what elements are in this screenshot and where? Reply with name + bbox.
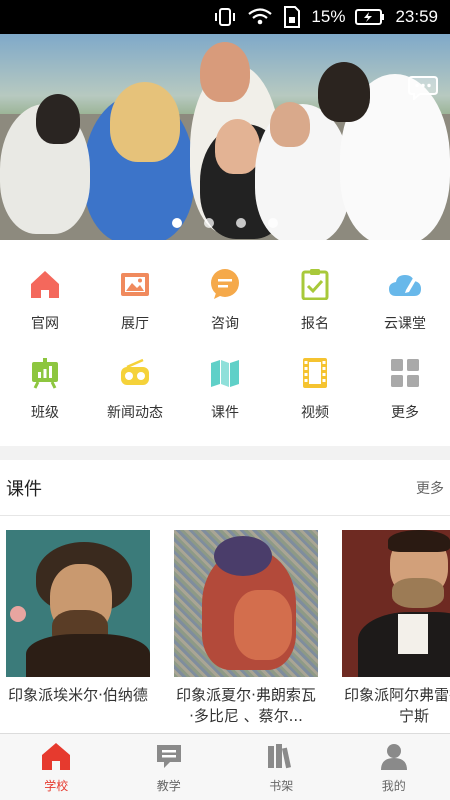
courseware-list: 印象派埃米尔·伯纳德 印象派夏尔·弗朗索瓦·多比尼 、蔡尔... 印象派阿尔弗雷…: [0, 530, 450, 730]
sim-card-icon: [283, 6, 301, 28]
banner-photo-figure: [318, 62, 370, 122]
chat-bubble-icon[interactable]: [408, 74, 438, 102]
banner-photo-figure: [36, 94, 80, 144]
banner-carousel[interactable]: [0, 34, 450, 240]
course-title: 印象派阿尔弗雷德·芒宁斯: [344, 686, 450, 725]
banner-photo-figure: [110, 82, 180, 162]
menu-item-consult[interactable]: 咨询: [180, 250, 270, 339]
clock: 23:59: [395, 7, 438, 26]
banner-photo-figure: [200, 42, 250, 102]
school-icon: [41, 741, 71, 771]
menu-item-courseware[interactable]: 课件: [180, 339, 270, 428]
course-title: 印象派埃米尔·伯纳德: [8, 686, 148, 704]
clipboard-check-icon: [298, 267, 332, 301]
banner-photo-figure: [270, 102, 310, 147]
course-thumbnail: [6, 530, 150, 677]
carousel-dot[interactable]: [236, 218, 246, 228]
cloud-pen-icon: [388, 267, 422, 301]
teaching-icon: [154, 741, 184, 771]
feature-grid: 官网 展厅 咨询 报名 云课堂 班级 新闻动态 课件 视频 更多: [0, 250, 450, 438]
menu-item-news[interactable]: 新闻动态: [90, 339, 180, 428]
radio-icon: [118, 356, 152, 390]
section-title: 课件: [6, 478, 42, 500]
menu-item-official-site[interactable]: 官网: [0, 250, 90, 339]
vibrate-icon: [213, 7, 237, 27]
tab-bookshelf[interactable]: 书架: [225, 734, 338, 800]
banner-photo-figure: [215, 119, 260, 174]
carousel-dot[interactable]: [204, 218, 214, 228]
course-card[interactable]: 印象派埃米尔·伯纳德: [6, 530, 150, 706]
film-icon: [298, 356, 332, 390]
battery-percent: 15%: [311, 7, 346, 26]
section-divider: [0, 446, 450, 460]
chat-icon: [208, 267, 242, 301]
bottom-tab-bar: 学校 教学 书架 我的: [0, 733, 450, 800]
tab-teaching[interactable]: 教学: [113, 734, 226, 800]
tab-mine[interactable]: 我的: [338, 734, 450, 800]
grid-icon: [388, 356, 422, 390]
chalkboard-icon: [28, 356, 62, 390]
wifi-icon: [247, 7, 273, 27]
menu-item-gallery[interactable]: 展厅: [90, 250, 180, 339]
tab-school[interactable]: 学校: [0, 734, 113, 800]
carousel-dot[interactable]: [172, 218, 182, 228]
course-card[interactable]: 印象派阿尔弗雷德·芒宁斯: [342, 530, 450, 727]
menu-item-video[interactable]: 视频: [270, 339, 360, 428]
battery-charging-icon: [355, 9, 385, 25]
menu-item-cloud-class[interactable]: 云课堂: [360, 250, 450, 339]
course-card[interactable]: 印象派夏尔·弗朗索瓦·多比尼 、蔡尔...: [174, 530, 318, 727]
carousel-dot[interactable]: [268, 218, 278, 228]
status-bar: 15% 23:59: [0, 0, 450, 34]
bookshelf-icon: [266, 741, 296, 771]
home-icon: [28, 267, 62, 301]
picture-frame-icon: [118, 267, 152, 301]
courseware-header: 课件 更多: [0, 460, 450, 516]
menu-item-enroll[interactable]: 报名: [270, 250, 360, 339]
course-thumbnail: [174, 530, 318, 677]
menu-item-class[interactable]: 班级: [0, 339, 90, 428]
more-link[interactable]: 更多: [416, 478, 444, 498]
carousel-indicator: [0, 218, 450, 228]
course-thumbnail: [342, 530, 450, 677]
map-icon: [208, 356, 242, 390]
menu-item-more[interactable]: 更多: [360, 339, 450, 428]
course-title: 印象派夏尔·弗朗索瓦·多比尼 、蔡尔...: [176, 686, 316, 725]
user-icon: [379, 741, 409, 771]
